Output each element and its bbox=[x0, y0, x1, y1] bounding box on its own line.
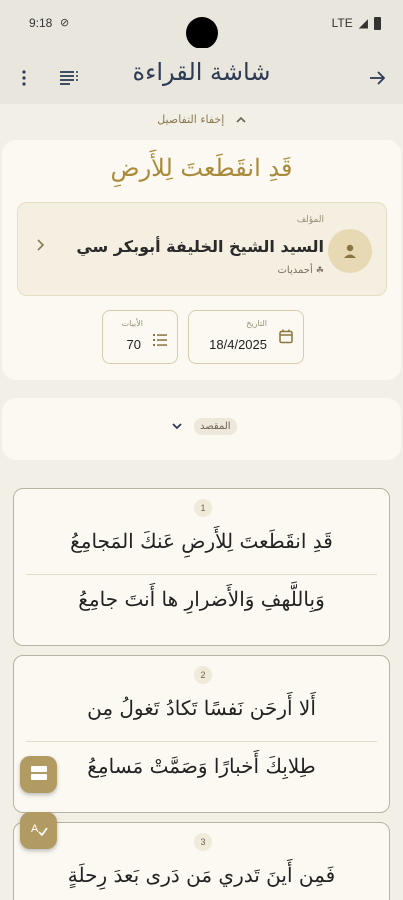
back-arrow-icon[interactable] bbox=[365, 66, 389, 90]
author-label: المؤلف bbox=[296, 215, 324, 225]
purpose-label: المقصد bbox=[194, 418, 237, 435]
status-time: 9:18 bbox=[29, 16, 53, 30]
page-title: شاشة القراءة bbox=[132, 58, 271, 86]
split-view-icon bbox=[30, 765, 48, 785]
verses-label: الأبيات bbox=[121, 319, 143, 328]
verse-first-hemistich: أَلا أَرحَن نَفسًا تَكادُ تَغولُ مِن bbox=[87, 696, 316, 720]
verse-number: 3 bbox=[194, 833, 212, 851]
verse-number: 1 bbox=[194, 499, 212, 517]
network-label: LTE bbox=[331, 16, 353, 30]
svg-text:A: A bbox=[31, 823, 39, 835]
verses-count-box: الأبيات 70 bbox=[102, 310, 178, 364]
group-icon: ☘ bbox=[315, 266, 324, 276]
hide-details-label: إخفاء التفاصيل bbox=[157, 113, 225, 126]
app-bar: شاشة القراءة bbox=[0, 48, 403, 104]
author-card[interactable]: المؤلف السيد الشيخ الخليفة أبوبكر سي أحم… bbox=[17, 202, 387, 296]
verse-number: 2 bbox=[194, 666, 212, 684]
signal-icon: ◢ bbox=[358, 16, 368, 30]
calendar-icon bbox=[279, 329, 293, 348]
verse-first-hemistich: قَدِ انقَطَعتَ لِلأَرضِ عَنكَ المَجامِعُ bbox=[70, 529, 333, 553]
chevron-up-icon bbox=[236, 113, 246, 126]
status-bar: 9:18 ⊘ LTE ◢ bbox=[0, 0, 403, 49]
dnd-icon: ⊘ bbox=[60, 16, 70, 29]
hemistich-divider bbox=[26, 741, 377, 742]
author-sect: أحمديات ☘ bbox=[278, 265, 325, 276]
verse-card[interactable]: 2 أَلا أَرحَن نَفسًا تَكادُ تَغولُ مِن ط… bbox=[13, 655, 390, 813]
camera-cutout bbox=[186, 17, 218, 49]
verse-card[interactable]: 3 فَمِن أَينَ تَدري مَن دَرى بَعدَ رِحلَ… bbox=[13, 822, 390, 900]
date-box: التاريخ 18/4/2025 bbox=[188, 310, 304, 364]
verse-first-hemistich: فَمِن أَينَ تَدري مَن دَرى بَعدَ رِحلَةٍ bbox=[67, 863, 336, 887]
list-icon bbox=[153, 331, 167, 350]
author-sect-label: أحمديات bbox=[277, 265, 313, 276]
poem-title: قَدِ انقَطَعتَ لِلأَرضِ bbox=[110, 154, 293, 182]
chevron-down-icon bbox=[172, 419, 182, 433]
verse-card[interactable]: 1 قَدِ انقَطَعتَ لِلأَرضِ عَنكَ المَجامِ… bbox=[13, 488, 390, 646]
status-right: LTE ◢ bbox=[332, 16, 381, 30]
verse-second-hemistich: طِلابِكَ أَخبارًا وَصَمَّتْ مَسامِعُ bbox=[87, 754, 316, 778]
hide-details-toggle[interactable]: إخفاء التفاصيل bbox=[0, 113, 403, 126]
verses-value: 70 bbox=[126, 337, 141, 352]
author-name: السيد الشيخ الخليفة أبوبكر سي bbox=[76, 237, 324, 256]
verse-second-hemistich: وَبِاللَّهفِ وَالأَضرارِ ها أَنتَ جامِعُ bbox=[78, 587, 325, 611]
purpose-dropdown[interactable]: المقصد bbox=[2, 398, 401, 460]
spellcheck-icon: A bbox=[30, 821, 48, 841]
view-mode-button[interactable] bbox=[20, 756, 57, 793]
date-value: 18/4/2025 bbox=[209, 337, 267, 352]
text-style-button[interactable]: A bbox=[20, 812, 57, 849]
hemistich-divider bbox=[26, 574, 377, 575]
date-label: التاريخ bbox=[246, 319, 267, 328]
chevron-left-icon bbox=[36, 239, 45, 255]
poem-details-card: قَدِ انقَطَعتَ لِلأَرضِ المؤلف السيد الش… bbox=[2, 140, 401, 380]
person-icon bbox=[328, 229, 372, 273]
battery-icon bbox=[374, 16, 381, 30]
